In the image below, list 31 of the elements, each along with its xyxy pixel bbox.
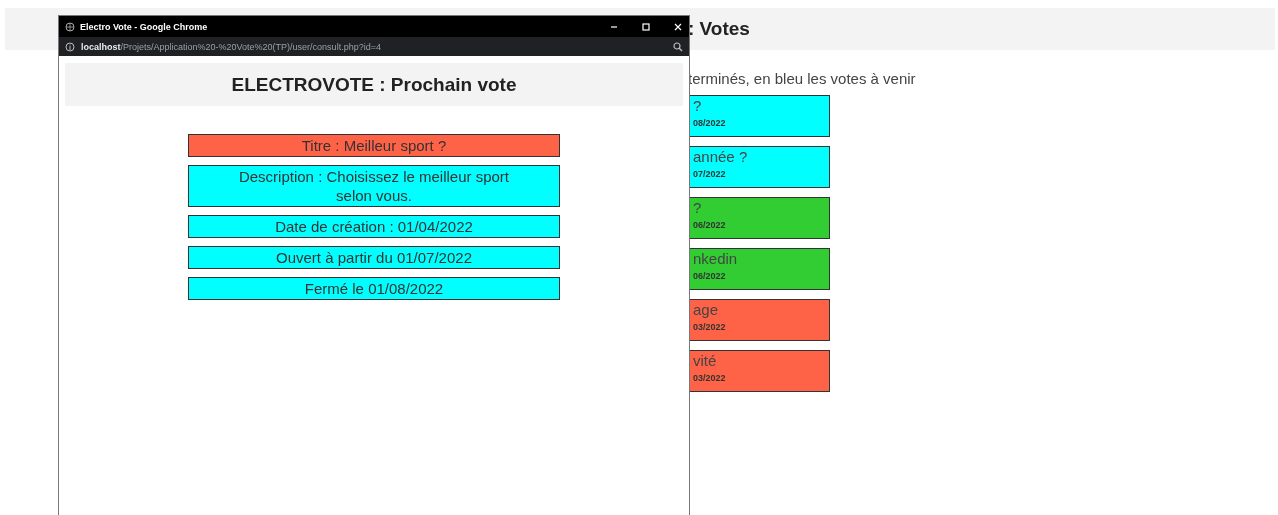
vote-detail: Fermé le 01/08/2022 — [188, 277, 560, 300]
vote-title: ? — [693, 97, 703, 114]
page-title: : Votes — [688, 18, 750, 40]
vote-detail: Ouvert à partir du 01/07/2022 — [188, 246, 560, 269]
vote-card[interactable]: vité 03/2022 — [688, 350, 830, 392]
vote-title: nkedin — [693, 250, 739, 267]
vote-title: ? — [693, 199, 703, 216]
vote-date: 07/2022 — [693, 169, 727, 179]
vote-title: vité — [693, 352, 718, 369]
vote-card[interactable]: année ? 07/2022 — [688, 146, 830, 188]
vote-title: année ? — [693, 148, 749, 165]
vote-date: 03/2022 — [693, 322, 727, 332]
vote-detail: Description : Choisissez le meilleur sport selon vous. — [188, 165, 560, 207]
vote-card[interactable]: ? 08/2022 — [688, 95, 830, 137]
vote-card[interactable]: age 03/2022 — [688, 299, 830, 341]
vote-date: 08/2022 — [693, 118, 727, 128]
maximize-icon[interactable] — [641, 21, 651, 32]
vote-card[interactable]: ? 06/2022 — [688, 197, 830, 239]
vote-date: 06/2022 — [693, 220, 727, 230]
info-icon[interactable] — [65, 41, 75, 52]
globe-icon — [65, 21, 75, 32]
zoom-icon[interactable] — [673, 41, 683, 52]
vote-detail: Date de création : 01/04/2022 — [188, 215, 560, 238]
window-title: Electro Vote - Google Chrome — [80, 21, 209, 32]
vote-date: 06/2022 — [693, 271, 727, 281]
heading-text: ELECTROVOTE : Prochain vote — [231, 73, 517, 96]
vote-card[interactable]: nkedin 06/2022 — [688, 248, 830, 290]
vote-detail: Titre : Meilleur sport ? — [188, 134, 560, 157]
vote-title: age — [693, 301, 720, 318]
close-icon[interactable] — [673, 21, 683, 32]
vote-date: 03/2022 — [693, 373, 727, 383]
